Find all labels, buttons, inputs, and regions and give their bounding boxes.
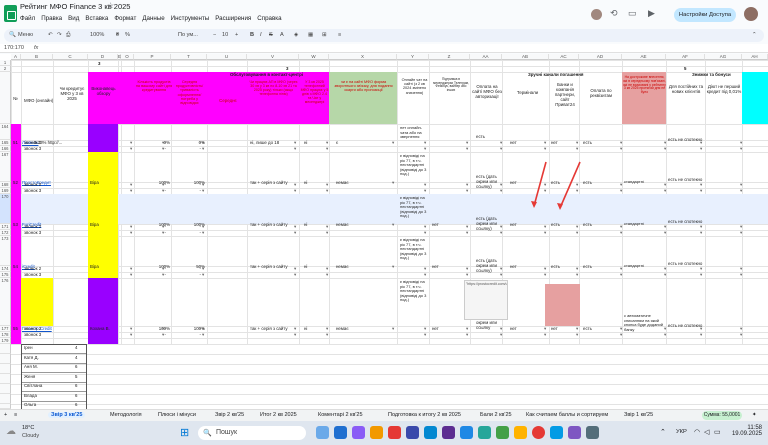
strike-button[interactable]: S bbox=[269, 32, 273, 38]
font-size-increase[interactable]: + bbox=[235, 32, 238, 38]
dropbox-icon[interactable] bbox=[460, 426, 473, 439]
tab-zvir-3kv25[interactable]: Звір 3 кв'25 bbox=[48, 412, 86, 418]
chrome-icon[interactable] bbox=[388, 426, 401, 439]
misc-app-icon[interactable] bbox=[586, 426, 599, 439]
language-indicator[interactable]: УКР bbox=[676, 429, 687, 435]
search-menu-icon[interactable]: 🔍 bbox=[9, 32, 16, 38]
red-arrow-1 bbox=[533, 161, 547, 207]
name-box[interactable]: 170:170 bbox=[4, 45, 24, 51]
collapse-toolbar-icon[interactable]: ⌃ bbox=[752, 32, 757, 38]
annotation-arrows bbox=[531, 161, 581, 210]
italic-button[interactable]: I bbox=[260, 32, 262, 38]
tab-prep-itog[interactable]: Подготовка к итогу 2 кв 2025 bbox=[388, 412, 461, 418]
tab-how-count[interactable]: Как считаем баллы и сортируем bbox=[526, 412, 608, 418]
font-select[interactable]: По ум... bbox=[178, 32, 198, 38]
account-avatar[interactable] bbox=[744, 7, 758, 21]
formula-bar: 170:170 fx bbox=[0, 44, 768, 53]
file-explorer-icon[interactable] bbox=[316, 426, 329, 439]
skype-icon[interactable] bbox=[550, 426, 563, 439]
add-sheet-icon[interactable]: + bbox=[4, 412, 7, 418]
comment-icon[interactable]: ▭ bbox=[628, 8, 637, 19]
whatsapp-icon[interactable] bbox=[496, 426, 509, 439]
menu-view[interactable]: Вид bbox=[68, 15, 79, 22]
merge-icon[interactable]: ⊞ bbox=[322, 32, 327, 38]
taskbar-search[interactable]: Пошук bbox=[198, 426, 306, 440]
text-color-button[interactable]: A bbox=[280, 32, 284, 38]
currency-button[interactable]: ₴ bbox=[116, 32, 119, 38]
tray-chevron-icon[interactable]: ⌃ bbox=[660, 428, 666, 436]
title-bar: Рейтинг МФО Finance 3 кв 2025 ☆ Файл Пра… bbox=[0, 0, 768, 28]
align-icon[interactable]: ≡ bbox=[338, 32, 341, 38]
zoom-select[interactable]: 100% bbox=[90, 32, 104, 38]
folder-icon[interactable] bbox=[370, 426, 383, 439]
sheets-logo-icon[interactable] bbox=[4, 5, 17, 22]
collaborator-avatar[interactable] bbox=[591, 9, 602, 20]
print-icon[interactable]: ⎙ bbox=[66, 32, 70, 39]
meet-icon[interactable]: ▶ bbox=[648, 8, 655, 19]
teams-icon[interactable] bbox=[442, 426, 455, 439]
sum-indicator[interactable]: Сумма: 55,0001 bbox=[702, 411, 742, 420]
share-button[interactable]: Настройки Доступа bbox=[674, 8, 736, 22]
all-sheets-icon[interactable]: ≡ bbox=[14, 412, 17, 418]
windows-start-icon[interactable]: ⊞ bbox=[180, 426, 189, 439]
fx-icon: fx bbox=[34, 45, 39, 51]
bold-button[interactable]: B bbox=[250, 32, 254, 38]
menu-data[interactable]: Данные bbox=[142, 15, 164, 22]
tab-zvir-2kv25[interactable]: Звір 2 кв'25 bbox=[215, 412, 244, 418]
font-size-input[interactable]: 10 bbox=[222, 32, 228, 38]
search-icon: 🔍 bbox=[203, 430, 212, 437]
tab-bali-2kv25[interactable]: Бали 2 кв'25 bbox=[480, 412, 512, 418]
sheets-app: Рейтинг МФО Finance 3 кв 2025 ☆ Файл Пра… bbox=[0, 0, 768, 445]
wifi-icon[interactable]: ◠ bbox=[694, 428, 700, 436]
tab-comments-2kv25[interactable]: Коментарі 2 кв'25 bbox=[318, 412, 363, 418]
redo-icon[interactable]: ↷ bbox=[57, 32, 62, 38]
viber-icon[interactable] bbox=[568, 426, 581, 439]
weather-temp[interactable]: 18°C bbox=[22, 425, 34, 431]
sheet-tabs-bar: + ≡ Звір 3 кв'25 Методологія Плюси і мін… bbox=[0, 409, 768, 421]
red-arrow-2 bbox=[559, 161, 581, 209]
tab-itog-2kv2025[interactable]: Итог 2 кв 2025 bbox=[260, 412, 297, 418]
menu-format[interactable]: Формат bbox=[114, 15, 136, 22]
telegram-icon[interactable] bbox=[478, 426, 491, 439]
menu-file[interactable]: Файл bbox=[20, 15, 35, 22]
explore-icon[interactable]: ✦ bbox=[752, 412, 757, 418]
red-arrow-head-1 bbox=[531, 201, 537, 208]
windows-taskbar: ☁ 18°C Cloudy ⊞ Пошук 🔍 ⌃ УКР ◠ ◁ ▭ 11:5… bbox=[0, 421, 768, 445]
l-app-icon[interactable] bbox=[406, 426, 419, 439]
spreadsheet-grid[interactable]: ABCDEOPTUVWXYZAAABACADAEAFAGAHAI12164165… bbox=[0, 54, 768, 409]
battery-icon[interactable]: ▭ bbox=[714, 428, 721, 436]
weather-desc: Cloudy bbox=[22, 433, 40, 439]
menu-bar: Файл Правка Вид Вставка Формат Данные Ин… bbox=[20, 15, 282, 22]
menu-extensions[interactable]: Расширения bbox=[215, 15, 251, 22]
yellow-app-icon[interactable] bbox=[514, 426, 527, 439]
weather-cloud-icon[interactable]: ☁ bbox=[6, 426, 16, 437]
font-size-decrease[interactable]: − bbox=[213, 32, 216, 38]
tab-zvir-1kv25[interactable]: Звір 1 кв'25 bbox=[624, 412, 653, 418]
menu-insert[interactable]: Вставка bbox=[85, 15, 108, 22]
menu-edit[interactable]: Правка bbox=[41, 15, 62, 22]
clock[interactable]: 11:58 19.09.2025 bbox=[724, 425, 762, 437]
fill-color-icon[interactable]: ◈ bbox=[294, 32, 298, 38]
opera-icon[interactable] bbox=[532, 426, 545, 439]
mail-icon[interactable] bbox=[424, 426, 437, 439]
star-icon[interactable]: ☆ bbox=[107, 1, 114, 10]
tab-methodology[interactable]: Методологія bbox=[110, 412, 142, 418]
edge-icon[interactable] bbox=[334, 426, 347, 439]
history-icon[interactable]: ⟲ bbox=[610, 8, 618, 19]
volume-icon[interactable]: ◁ bbox=[704, 428, 709, 436]
borders-icon[interactable]: ▦ bbox=[308, 32, 313, 38]
percent-button[interactable]: % bbox=[125, 32, 130, 38]
tab-pluses-minuses[interactable]: Плюси і мінуси bbox=[158, 412, 196, 418]
red-arrow-head-2 bbox=[557, 203, 563, 210]
menu-tools[interactable]: Инструменты bbox=[171, 15, 210, 22]
clock-date: 19.09.2025 bbox=[731, 431, 762, 437]
toolbar: 🔍 Меню ↶ ↷ ⎙ 100% ₴ % По ум... − 10 + B … bbox=[4, 29, 764, 42]
app-icon[interactable] bbox=[352, 426, 365, 439]
menu-help[interactable]: Справка bbox=[257, 15, 281, 22]
undo-icon[interactable]: ↶ bbox=[48, 32, 53, 38]
search-menus[interactable]: Меню bbox=[18, 32, 33, 38]
